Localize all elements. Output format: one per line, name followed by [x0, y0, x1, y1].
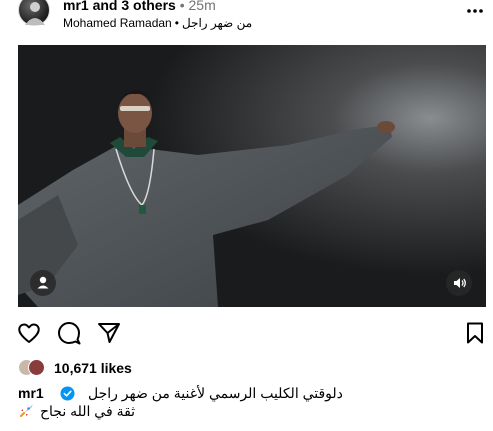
heart-icon [18, 323, 40, 343]
post-actions [0, 318, 493, 350]
post-time[interactable]: 25m [189, 0, 216, 13]
audio-separator: • [174, 16, 179, 30]
liker-avatar [28, 359, 45, 376]
audio-line[interactable]: Mohamed Ramadan • من ضهر راجل [63, 16, 252, 30]
caption-line-2: ثقة في الله نجاح [18, 403, 135, 420]
post-video[interactable] [18, 45, 486, 307]
audio-title[interactable]: من ضهر راجل [182, 16, 252, 30]
likes-count[interactable]: 10,671 likes [54, 360, 132, 376]
verified-badge-icon [60, 386, 75, 401]
tag-people-button[interactable] [30, 270, 56, 296]
share-button[interactable] [96, 320, 122, 346]
video-frame-image [18, 45, 486, 307]
bookmark-icon [467, 322, 483, 344]
comment-icon [58, 322, 81, 345]
author-username[interactable]: mr1 [63, 0, 89, 13]
comment-button[interactable] [56, 320, 82, 346]
more-options-button[interactable] [465, 4, 485, 18]
more-options-icon [467, 9, 483, 13]
post-header: mr1 and 3 others • 25m Mohamed Ramadan • م… [0, 0, 493, 40]
like-button[interactable] [16, 320, 42, 346]
author-avatar[interactable] [18, 0, 50, 26]
liker-avatars [18, 359, 50, 377]
avatar-silhouette-icon [25, 2, 45, 25]
caption-line-1: دلوقتي الكليب الرسمي لأغنية من ضهر راجل [88, 385, 343, 401]
title-separator: • [179, 0, 185, 13]
caption-line-2-text: ثقة في الله نجاح [40, 403, 136, 419]
speaker-icon [454, 278, 466, 288]
mute-toggle-button[interactable] [446, 270, 472, 296]
caption-username[interactable]: mr1 [18, 385, 44, 401]
save-button[interactable] [462, 320, 488, 346]
rocket-icon [18, 403, 34, 419]
send-icon [98, 323, 120, 343]
audio-artist[interactable]: Mohamed Ramadan [63, 16, 172, 30]
user-tag-icon [37, 276, 49, 289]
author-line: mr1 and 3 others • 25m [63, 0, 216, 13]
collaborators-link[interactable]: and 3 others [93, 0, 176, 13]
